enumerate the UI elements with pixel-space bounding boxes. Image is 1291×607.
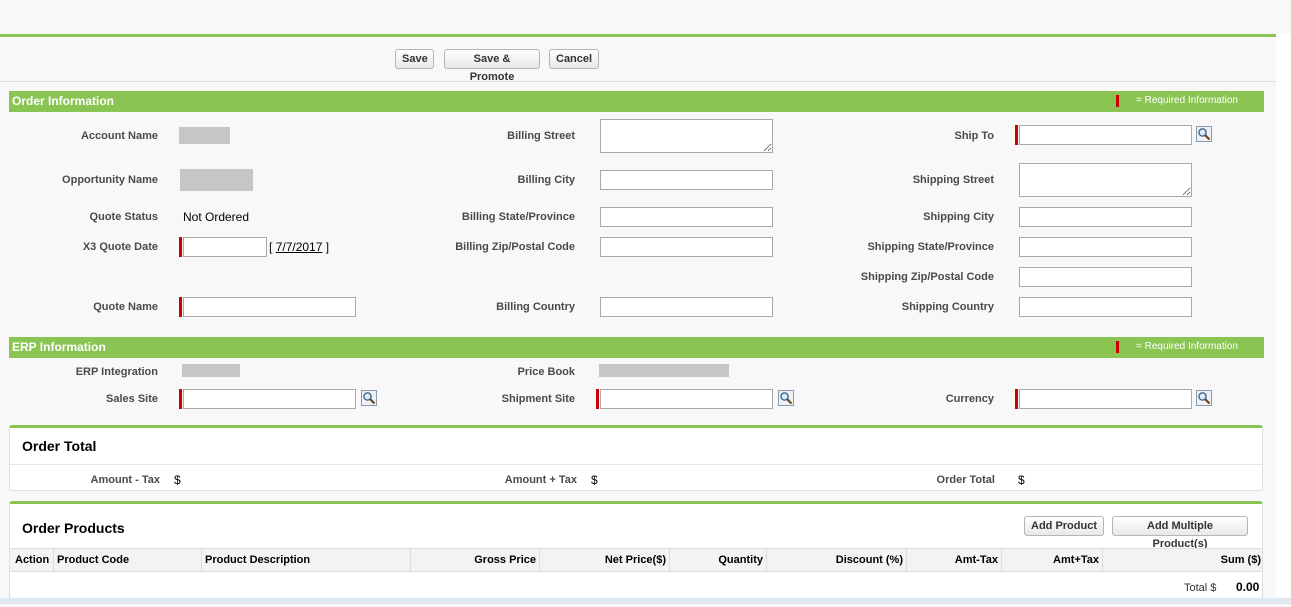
shipping-country-label: Shipping Country bbox=[901, 301, 994, 313]
shipping-street-label: Shipping Street bbox=[912, 174, 994, 186]
toolbar-separator bbox=[0, 81, 1276, 82]
amount-plus-tax-value: $ bbox=[591, 473, 598, 487]
lookup-icon[interactable] bbox=[361, 390, 377, 406]
opportunity-name-value[interactable] bbox=[180, 169, 253, 191]
column-header-net-price[interactable]: Net Price($) bbox=[540, 549, 670, 572]
bracket-close: ] bbox=[325, 240, 330, 254]
column-header-action[interactable]: Action bbox=[12, 549, 54, 572]
erp-integration-label: ERP Integration bbox=[75, 366, 158, 378]
quote-status-value: Not Ordered bbox=[183, 210, 250, 224]
billing-city-label: Billing City bbox=[517, 174, 575, 186]
sales-site-input[interactable] bbox=[183, 389, 356, 409]
column-header-product-description[interactable]: Product Description bbox=[202, 549, 411, 572]
bracket-open: [ bbox=[269, 240, 273, 254]
account-name-value[interactable] bbox=[179, 127, 230, 144]
total-value: 0.00 bbox=[1236, 580, 1260, 594]
ship-to-label: Ship To bbox=[954, 130, 994, 142]
price-book-value bbox=[599, 364, 729, 377]
billing-state-label: Billing State/Province bbox=[461, 211, 575, 223]
price-book-label: Price Book bbox=[517, 366, 575, 378]
required-marker-icon bbox=[179, 237, 182, 257]
total-label: Total $ bbox=[1184, 582, 1217, 594]
erp-integration-value bbox=[182, 364, 240, 377]
amount-minus-tax-label: Amount - Tax bbox=[90, 474, 160, 486]
required-marker-icon bbox=[596, 389, 599, 409]
column-header-discount[interactable]: Discount (%) bbox=[767, 549, 907, 572]
shipping-country-input[interactable] bbox=[1019, 297, 1192, 317]
order-total-label: Order Total bbox=[936, 474, 995, 486]
lookup-icon[interactable] bbox=[1196, 390, 1212, 406]
right-gutter bbox=[1276, 34, 1291, 604]
order-total-title: Order Total bbox=[22, 438, 97, 454]
required-marker-icon bbox=[1116, 341, 1119, 353]
account-name-label: Account Name bbox=[80, 130, 158, 142]
order-products-panel: Order Products Add Product Add Multiple … bbox=[9, 501, 1263, 601]
quote-name-label: Quote Name bbox=[93, 301, 158, 313]
date-shortcut: [ 7/7/2017 ] bbox=[269, 240, 329, 254]
bottom-scrollbar[interactable] bbox=[0, 598, 1291, 604]
amount-minus-tax-value: $ bbox=[174, 473, 181, 487]
order-products-title: Order Products bbox=[22, 520, 125, 536]
billing-street-label: Billing Street bbox=[507, 130, 575, 142]
column-header-product-code[interactable]: Product Code bbox=[54, 549, 202, 572]
column-header-sum[interactable]: Sum ($) bbox=[1103, 549, 1264, 572]
lookup-icon[interactable] bbox=[1196, 126, 1212, 142]
add-multiple-products-button[interactable]: Add Multiple Product(s) bbox=[1112, 516, 1248, 550]
opportunity-name-label: Opportunity Name bbox=[62, 174, 158, 186]
billing-state-input[interactable] bbox=[600, 207, 773, 227]
required-marker-icon bbox=[1116, 95, 1119, 107]
quote-status-label: Quote Status bbox=[89, 211, 158, 223]
billing-country-label: Billing Country bbox=[496, 301, 575, 313]
billing-city-input[interactable] bbox=[600, 170, 773, 190]
sales-site-label: Sales Site bbox=[106, 393, 158, 405]
currency-label: Currency bbox=[945, 393, 994, 405]
x3-quote-date-label: X3 Quote Date bbox=[82, 241, 158, 253]
column-header-amt-minus-tax[interactable]: Amt-Tax bbox=[907, 549, 1002, 572]
save-button[interactable]: Save bbox=[395, 49, 434, 69]
order-total-panel: Order Total Amount - Tax $ Amount + Tax … bbox=[9, 425, 1263, 491]
erp-information-header: ERP Information = Required Information bbox=[9, 337, 1264, 358]
required-marker-icon bbox=[179, 389, 182, 409]
shipping-city-input[interactable] bbox=[1019, 207, 1192, 227]
shipping-state-input[interactable] bbox=[1019, 237, 1192, 257]
add-product-button[interactable]: Add Product bbox=[1024, 516, 1104, 536]
shipping-zip-input[interactable] bbox=[1019, 267, 1192, 287]
section-title: ERP Information bbox=[12, 340, 106, 354]
column-header-gross-price[interactable]: Gross Price bbox=[411, 549, 540, 572]
shipping-zip-label: Shipping Zip/Postal Code bbox=[860, 271, 994, 283]
billing-country-input[interactable] bbox=[600, 297, 773, 317]
billing-zip-input[interactable] bbox=[600, 237, 773, 257]
save-promote-button[interactable]: Save & Promote bbox=[444, 49, 540, 83]
column-header-amt-plus-tax[interactable]: Amt+Tax bbox=[1002, 549, 1103, 572]
quote-name-input[interactable] bbox=[183, 297, 356, 317]
shipping-city-label: Shipping City bbox=[923, 211, 994, 223]
shipment-site-input[interactable] bbox=[600, 389, 773, 409]
main-form: Save Save & Promote Cancel Order Informa… bbox=[0, 34, 1276, 607]
shipment-site-label: Shipment Site bbox=[501, 393, 575, 405]
required-info-text: = Required Information bbox=[1135, 95, 1238, 106]
required-info-text: = Required Information bbox=[1135, 341, 1238, 352]
currency-input[interactable] bbox=[1019, 389, 1192, 409]
today-date-link[interactable]: 7/7/2017 bbox=[276, 240, 323, 254]
billing-zip-label: Billing Zip/Postal Code bbox=[455, 241, 575, 253]
shipping-street-input[interactable] bbox=[1019, 163, 1192, 197]
ship-to-input[interactable] bbox=[1019, 125, 1192, 145]
lookup-icon[interactable] bbox=[778, 390, 794, 406]
required-marker-icon bbox=[1015, 389, 1018, 409]
order-information-header: Order Information = Required Information bbox=[9, 91, 1264, 112]
section-title: Order Information bbox=[12, 94, 115, 108]
column-header-quantity[interactable]: Quantity bbox=[670, 549, 767, 572]
shipping-state-label: Shipping State/Province bbox=[867, 241, 994, 253]
cancel-button[interactable]: Cancel bbox=[549, 49, 599, 69]
required-marker-icon bbox=[1015, 125, 1018, 145]
x3-quote-date-input[interactable] bbox=[183, 237, 267, 257]
panel-divider bbox=[10, 464, 1262, 465]
order-total-value: $ bbox=[1018, 473, 1025, 487]
products-table-header: Action Product Code Product Description … bbox=[10, 548, 1262, 572]
amount-plus-tax-label: Amount + Tax bbox=[504, 474, 577, 486]
required-marker-icon bbox=[179, 297, 182, 317]
billing-street-input[interactable] bbox=[600, 119, 773, 153]
